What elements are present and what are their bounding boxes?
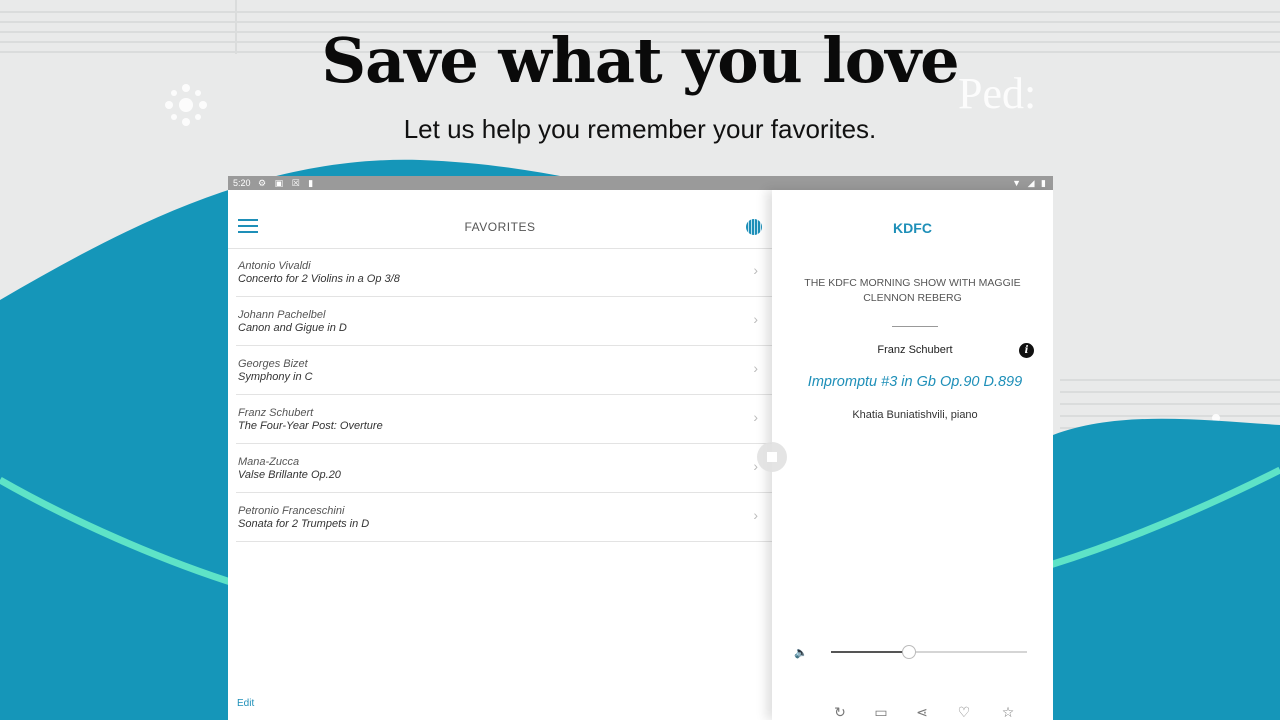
page-title: FAVORITES [464, 220, 536, 234]
favorite-composer: Georges Bizet [238, 358, 308, 370]
station-logo-icon[interactable] [746, 219, 762, 235]
volume-slider-thumb[interactable] [902, 645, 917, 659]
stop-icon [767, 452, 777, 462]
status-right-icons: ▼ ◢ ▮ [1012, 176, 1048, 190]
now-playing-performer: Khatia Buniatishvili, piano [852, 409, 978, 421]
now-playing-composer: Franz Schubert [877, 344, 953, 356]
list-item[interactable]: Mana-Zucca Valse Brillante Op.20 › [236, 444, 772, 493]
favorite-composer: Antonio Vivaldi [238, 260, 311, 272]
star-icon[interactable]: ☆ [996, 702, 1020, 720]
sd-card-icon: ▮ [308, 178, 317, 188]
now-playing-work: Impromptu #3 in Gb Op.90 D.899 [807, 374, 1023, 390]
chevron-right-icon: › [753, 507, 758, 523]
list-item[interactable]: Petronio Franceschini Sonata for 2 Trump… [236, 493, 772, 542]
signal-icon: ◢ [1027, 178, 1037, 188]
favorite-work: Valse Brillante Op.20 [238, 469, 341, 481]
favorites-list: Antonio Vivaldi Concerto for 2 Violins i… [228, 248, 772, 542]
list-item[interactable]: Johann Pachelbel Canon and Gigue in D › [236, 297, 772, 346]
list-item[interactable]: Franz Schubert The Four-Year Post: Overt… [236, 395, 772, 444]
favorite-composer: Johann Pachelbel [238, 309, 326, 321]
favorite-work: Symphony in C [238, 371, 313, 383]
x-icon: ☒ [291, 178, 303, 188]
list-item[interactable]: Antonio Vivaldi Concerto for 2 Violins i… [236, 248, 772, 297]
replay-icon[interactable]: ↻ [828, 702, 852, 720]
promo-subline: Let us help you remember your favorites. [403, 114, 877, 144]
favorite-work: The Four-Year Post: Overture [238, 420, 383, 432]
chevron-right-icon: › [753, 360, 758, 376]
cast-icon[interactable]: ▭ [869, 702, 893, 720]
station-name: KDFC [893, 220, 932, 236]
now-playing-pane: KDFC THE KDFC MORNING SHOW WITH MAGGIE C… [772, 190, 1053, 720]
tablet-screen: 5:20 ⚙ ▣ ☒ ▮ ▼ ◢ ▮ FAVORITES Antonio Viv… [228, 176, 1053, 720]
favorite-composer: Petronio Franceschini [238, 505, 345, 517]
divider [892, 326, 938, 327]
favorite-composer: Mana-Zucca [238, 456, 300, 468]
volume-icon[interactable]: 🔈 [794, 646, 808, 659]
promo-headline: Save what you love [321, 24, 959, 97]
info-icon[interactable]: i [1019, 343, 1034, 358]
favorite-work: Canon and Gigue in D [238, 322, 347, 334]
status-bar: 5:20 ⚙ ▣ ☒ ▮ ▼ ◢ ▮ [228, 176, 1053, 190]
favorite-work: Sonata for 2 Trumpets in D [238, 518, 370, 530]
status-icons: ⚙ ▣ ☒ ▮ [258, 176, 316, 190]
favorites-pane: FAVORITES Antonio Vivaldi Concerto for 2… [228, 190, 772, 720]
stop-button[interactable] [757, 442, 787, 472]
share-icon[interactable]: ⋖ [910, 702, 934, 720]
favorites-header: FAVORITES [228, 190, 772, 249]
volume-slider-fill [831, 651, 910, 653]
favorite-work: Concerto for 2 Violins in a Op 3/8 [238, 273, 400, 285]
list-item[interactable]: Georges Bizet Symphony in C › [236, 346, 772, 395]
favorite-composer: Franz Schubert [238, 407, 314, 419]
status-time: 5:20 [233, 178, 251, 188]
chevron-right-icon: › [753, 409, 758, 425]
settings-icon: ⚙ [258, 178, 270, 188]
chevron-right-icon: › [753, 262, 758, 278]
battery-icon: ▮ [1041, 178, 1048, 188]
sim-icon: ▣ [274, 178, 287, 188]
show-title: THE KDFC MORNING SHOW WITH MAGGIE CLENNO… [804, 277, 1021, 304]
chevron-right-icon: › [753, 311, 758, 327]
heart-icon[interactable]: ♡ [952, 702, 976, 720]
volume-slider[interactable] [831, 645, 1027, 659]
wifi-icon: ▼ [1012, 178, 1024, 188]
edit-button[interactable]: Edit [237, 698, 254, 709]
